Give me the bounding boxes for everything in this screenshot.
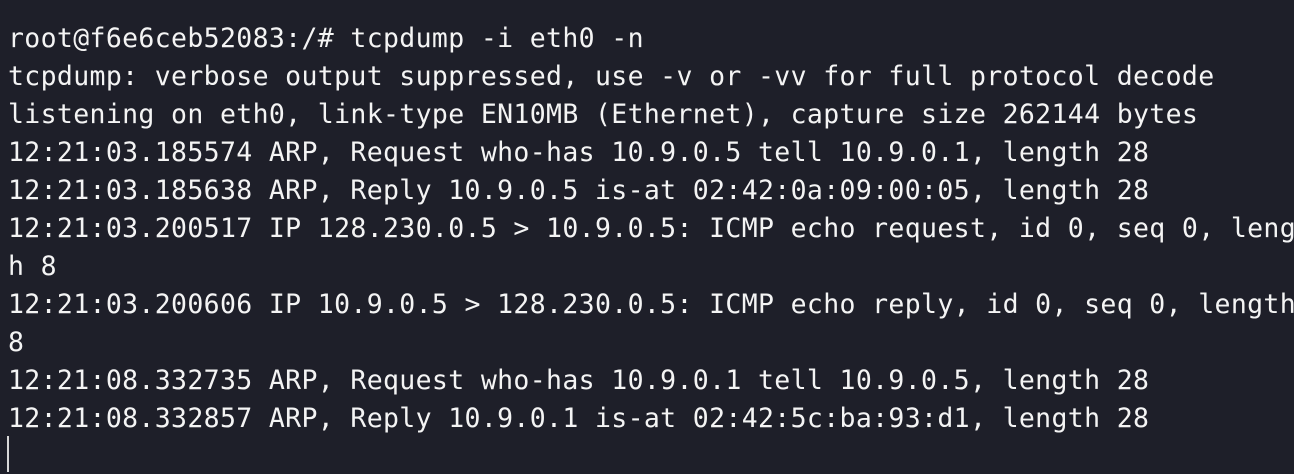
terminal-window[interactable]: root@f6e6ceb52083:/# tcpdump -i eth0 -n …: [0, 0, 1294, 474]
output-line: 12:21:03.200517 IP 128.230.0.5 > 10.9.0.…: [8, 213, 1294, 244]
output-line: 8: [8, 327, 25, 358]
output-line: 12:21:08.332857 ARP, Reply 10.9.0.1 is-a…: [8, 403, 1150, 434]
output-line: 12:21:03.185638 ARP, Reply 10.9.0.5 is-a…: [8, 175, 1150, 206]
text-cursor: [7, 436, 9, 472]
prompt-command-line: root@f6e6ceb52083:/# tcpdump -i eth0 -n: [8, 23, 644, 54]
output-line: h 8: [8, 251, 57, 282]
output-line: tcpdump: verbose output suppressed, use …: [8, 61, 1215, 92]
output-line: 12:21:03.185574 ARP, Request who-has 10.…: [8, 137, 1150, 168]
output-line: listening on eth0, link-type EN10MB (Eth…: [8, 99, 1199, 130]
output-line: 12:21:08.332735 ARP, Request who-has 10.…: [8, 365, 1150, 396]
output-line: 12:21:03.200606 IP 10.9.0.5 > 128.230.0.…: [8, 289, 1294, 320]
